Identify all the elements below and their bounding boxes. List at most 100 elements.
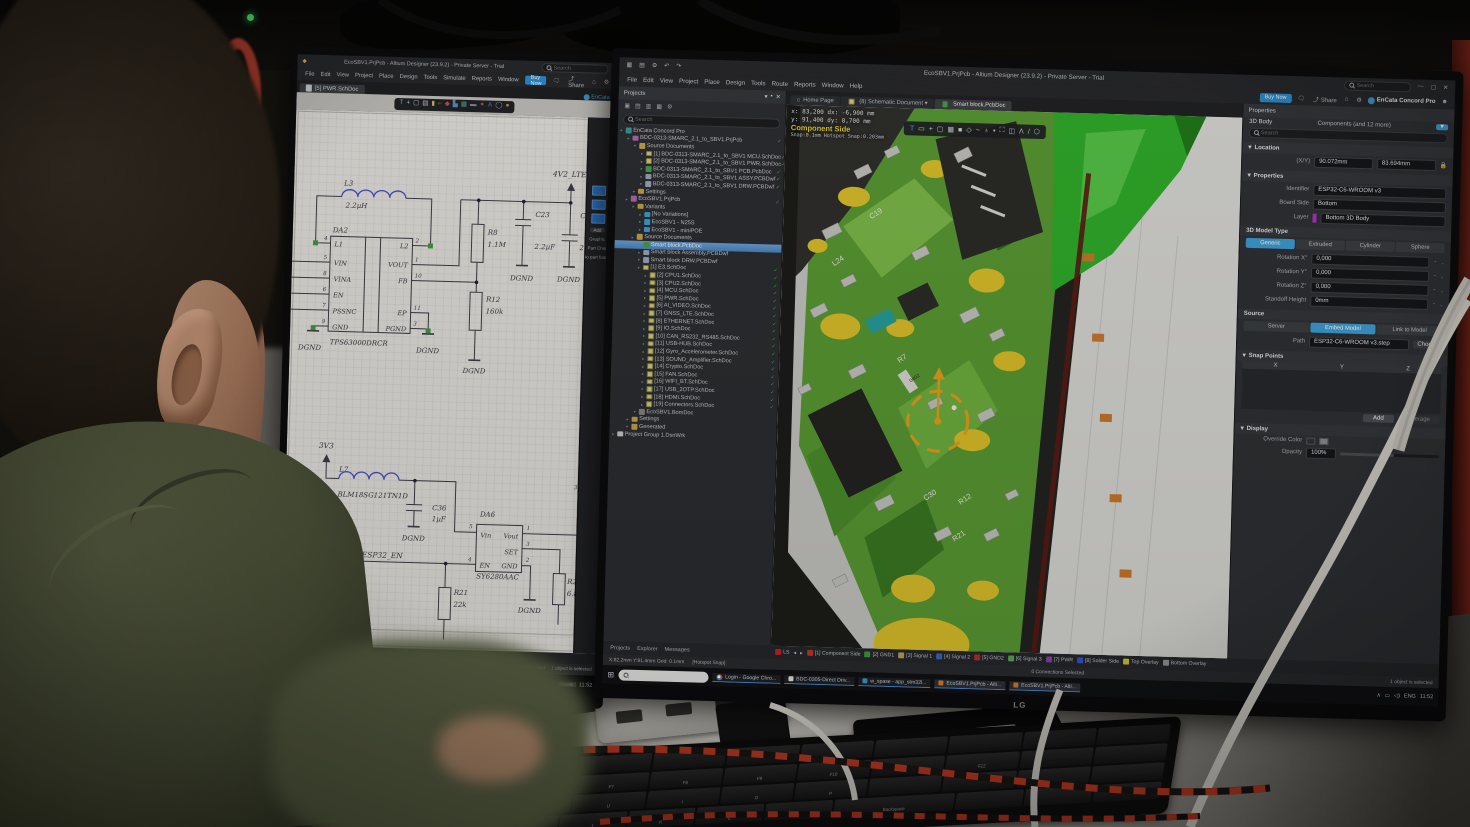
source-option[interactable]: Embed Model <box>1310 323 1376 335</box>
rm-menu-window[interactable]: Window <box>819 81 847 89</box>
side-panel-item[interactable]: Add <box>590 227 604 232</box>
rm-menu-edit[interactable]: Edit <box>640 76 657 83</box>
tree-expand-icon[interactable]: ▸ <box>644 311 646 316</box>
panel-tab-projects[interactable]: Projects <box>610 645 630 652</box>
lm-menu-reports[interactable]: Reports <box>469 75 495 82</box>
lock-icon[interactable]: 🔒 <box>1439 162 1447 169</box>
projects-toolbar-icon[interactable]: ⚙ <box>667 104 673 111</box>
stepper-icon[interactable]: ⌃ <box>1433 288 1436 293</box>
tree-expand-icon[interactable]: ▸ <box>638 257 640 262</box>
layer-tab[interactable]: Bottom Overlay <box>1163 660 1207 668</box>
stepper-icon[interactable]: ⌄ <box>1441 260 1444 265</box>
tree-expand-icon[interactable]: ▸ <box>632 234 634 239</box>
toolbar-icon[interactable]: ▤ <box>422 101 428 108</box>
rm-taskbar-app[interactable]: Login - Google Chro... <box>712 673 780 684</box>
lm-buy-now-button[interactable]: Buy Now <box>525 76 546 86</box>
stepper-icon[interactable]: ⌄ <box>1441 274 1444 279</box>
tree-expand-icon[interactable]: ▸ <box>643 326 645 331</box>
stepper-icon[interactable]: ⌄ <box>1440 288 1443 293</box>
property-value-field[interactable]: Bottom 3D Body <box>1320 212 1445 226</box>
titlebar-icon[interactable]: ▤ <box>637 62 647 69</box>
viewport-tool-icon[interactable]: + <box>929 125 933 132</box>
lm-menu-design[interactable]: Design <box>396 73 420 80</box>
tree-expand-icon[interactable]: ▸ <box>645 273 647 278</box>
layer-scroll-arrow[interactable]: ◂ <box>793 650 796 656</box>
keyboard-key[interactable]: F10 <box>797 760 872 781</box>
tray-caret-icon[interactable]: ∧ <box>1377 693 1381 699</box>
viewport-tool-icon[interactable]: ◇ <box>966 126 972 134</box>
pcb-3d-viewport[interactable]: L24C19R7C30R12R210402 x: 83,200 dx: -6,9… <box>771 105 1242 659</box>
user-icon[interactable]: ☻ <box>1439 99 1449 105</box>
model-type-option[interactable]: Cylinder <box>1346 241 1395 252</box>
opacity-slider[interactable] <box>1340 452 1439 458</box>
home-icon[interactable]: ⌂ <box>590 79 598 85</box>
rm-search-input[interactable] <box>1356 82 1406 89</box>
tree-expand-icon[interactable]: ▸ <box>626 196 628 201</box>
keyboard-key[interactable] <box>726 745 801 766</box>
viewport-tool-icon[interactable]: ▪ <box>993 127 996 134</box>
layer-tab[interactable]: [5] GND2 <box>974 655 1004 662</box>
tree-expand-icon[interactable]: ▸ <box>644 288 646 293</box>
tree-expand-icon[interactable]: ▸ <box>640 181 642 186</box>
tree-expand-icon[interactable]: ▸ <box>642 364 644 369</box>
toolbar-icon[interactable]: ▢ <box>413 101 419 108</box>
layer-tab[interactable]: [3] Signal 1 <box>898 653 932 660</box>
tree-expand-icon[interactable]: ▸ <box>640 174 642 179</box>
model-type-option[interactable]: Extruded <box>1296 239 1345 250</box>
start-icon[interactable]: ⊞ <box>607 670 614 679</box>
close-button[interactable]: ✕ <box>1441 84 1450 91</box>
lm-search[interactable] <box>541 63 608 74</box>
tree-expand-icon[interactable]: ▸ <box>639 227 641 232</box>
gear-icon[interactable]: ⚙ <box>602 79 612 86</box>
toolbar-icon[interactable]: ◆ <box>445 102 450 109</box>
tree-expand-icon[interactable]: ▸ <box>643 318 645 323</box>
tree-expand-icon[interactable]: ▸ <box>641 166 643 171</box>
filter-icon[interactable]: ▼ <box>1436 124 1448 130</box>
tree-expand-icon[interactable]: ▸ <box>642 348 644 353</box>
rm-menu-reports[interactable]: Reports <box>791 81 819 89</box>
tree-expand-icon[interactable]: ▸ <box>639 212 641 217</box>
tree-expand-icon[interactable]: ▸ <box>641 394 643 399</box>
panel-header-icon[interactable]: ✕ <box>776 94 781 101</box>
layer-scroll-arrow[interactable]: ▸ <box>800 650 803 656</box>
lm-menu-tools[interactable]: Tools <box>421 74 441 81</box>
projects-toolbar-icon[interactable]: ▤ <box>635 103 641 110</box>
model-type-option[interactable]: Sphere <box>1396 242 1445 253</box>
toolbar-icon[interactable]: ▬ <box>470 102 477 109</box>
projects-toolbar-icon[interactable]: ▥ <box>646 103 652 110</box>
keyboard-key[interactable] <box>800 740 875 761</box>
comment-icon[interactable]: 🗨 <box>551 77 563 84</box>
panel-header-icon[interactable]: ▪ <box>770 93 772 100</box>
tree-expand-icon[interactable]: ▸ <box>641 386 643 391</box>
keyboard-key[interactable] <box>874 736 949 757</box>
tree-expand-icon[interactable]: ▸ <box>641 159 643 164</box>
keyboard-key[interactable]: F11 <box>871 756 946 777</box>
layer-tab[interactable]: [6] Signal 3 <box>1008 656 1042 663</box>
lm-menu-view[interactable]: View <box>333 72 352 79</box>
rm-taskbar-app[interactable]: w_spase - app_stm32l... <box>858 677 930 688</box>
titlebar-icon[interactable]: ⚙ <box>650 62 660 69</box>
viewport-tool-icon[interactable]: ~ <box>976 127 980 134</box>
keyboard-key[interactable]: J <box>558 811 627 827</box>
source-option[interactable]: Server <box>1243 321 1309 333</box>
rm-menu-view[interactable]: View <box>657 77 677 85</box>
rm-menu-file[interactable]: File <box>624 76 640 83</box>
viewport-tool-icon[interactable]: ⬡ <box>1034 128 1040 136</box>
location-x-field[interactable]: 90.072mm <box>1314 156 1373 169</box>
tree-expand-icon[interactable]: ▸ <box>621 128 623 133</box>
stepper-icon[interactable]: ⌃ <box>1433 274 1436 279</box>
viewport-tool-icon[interactable]: ■ <box>958 126 962 133</box>
keyboard-key[interactable] <box>868 775 943 796</box>
rm-menu-project[interactable]: Project <box>676 77 701 85</box>
titlebar-icon[interactable]: ↶ <box>662 62 671 69</box>
choose-button[interactable]: Choose <box>1413 340 1442 349</box>
toolbar-icon[interactable]: A <box>488 103 493 110</box>
toolbar-icon[interactable]: T <box>399 100 403 107</box>
keyboard-key[interactable]: L <box>695 804 764 825</box>
viewport-tool-icon[interactable]: ▭ <box>918 125 925 133</box>
lm-menu-project[interactable]: Project <box>352 72 376 79</box>
tree-expand-icon[interactable]: ▸ <box>627 135 629 140</box>
gear-icon[interactable]: ⚙ <box>1354 96 1364 103</box>
tree-expand-icon[interactable]: ▸ <box>642 356 644 361</box>
toolbar-icon[interactable]: ◯ <box>495 103 502 110</box>
